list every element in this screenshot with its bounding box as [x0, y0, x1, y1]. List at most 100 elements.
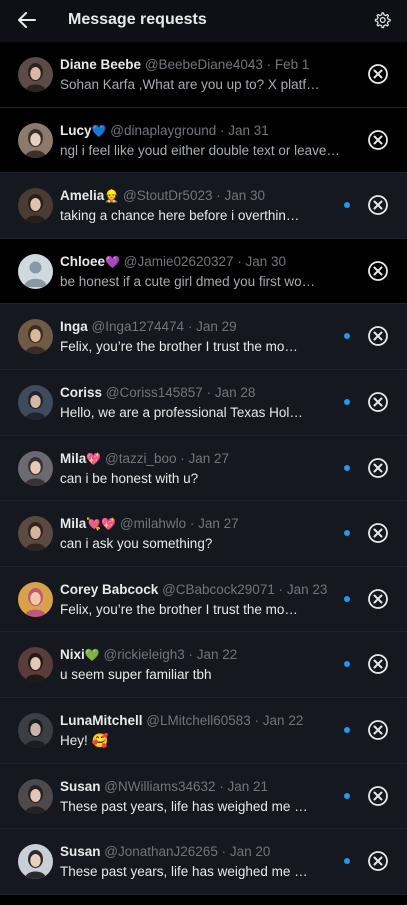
message-preview: Sohan Karfa ,What are you up to? X platf…: [60, 77, 320, 92]
message-request-list: Diane Beebe @BeebeDiane4043 · Feb 1 Sohan…: [0, 42, 407, 895]
message-request-row[interactable]: Mila💘💖 @milahwlo · Jan 27 can i ask you s…: [0, 501, 407, 567]
message-request-row[interactable]: Susan @NWilliams34632 · Jan 21 These past…: [0, 763, 407, 830]
message-date: Jan 28: [214, 384, 256, 400]
message-request-row[interactable]: Lucy💙 @dinaplayground · Jan 31 ngl i feel…: [0, 107, 407, 174]
avatar[interactable]: [18, 450, 53, 486]
name-badge: 💜: [105, 254, 120, 269]
dismiss-request-button[interactable]: [367, 588, 389, 610]
message-date: Jan 30: [245, 253, 287, 269]
unread-dot: [344, 595, 350, 602]
sender-line: Amelia👷 @StoutDr5023 · Jan 30: [60, 188, 342, 203]
message-request-row[interactable]: Amelia👷 @StoutDr5023 · Jan 30 taking a ch…: [0, 173, 407, 239]
sender-name: Lucy: [60, 122, 92, 138]
avatar[interactable]: [18, 647, 53, 683]
message-preview: can i ask you something?: [60, 536, 213, 552]
avatar[interactable]: [18, 188, 53, 224]
back-button[interactable]: [17, 9, 37, 31]
avatar[interactable]: [18, 516, 53, 552]
dismiss-request-button[interactable]: [367, 129, 389, 151]
sender-name: Corey Babcock: [60, 581, 159, 597]
dismiss-request-button[interactable]: [367, 325, 389, 347]
dismiss-request-button[interactable]: [367, 457, 389, 479]
sender-name: LunaMitchell: [60, 712, 143, 728]
sender-name: Coriss: [60, 384, 103, 400]
sender-line: Nixi💚 @rickieleigh3 · Jan 22: [60, 647, 342, 662]
avatar[interactable]: [18, 581, 53, 617]
message-date: Jan 31: [228, 122, 269, 138]
close-circle-icon: [368, 851, 388, 872]
message-request-row[interactable]: Diane Beebe @BeebeDiane4043 · Feb 1 Sohan…: [0, 42, 407, 108]
sender-name: Mila: [60, 450, 87, 466]
name-badge: 💘💖: [86, 517, 117, 532]
sender-handle: @LMitchell60583: [146, 712, 251, 728]
message-date: Jan 29: [196, 319, 237, 335]
separator: ·: [202, 384, 215, 400]
message-preview: These past years, life has weighed me …: [60, 864, 308, 880]
avatar[interactable]: [18, 253, 53, 289]
dismiss-request-button[interactable]: [367, 653, 389, 675]
separator: ·: [184, 319, 197, 335]
dismiss-request-button[interactable]: [367, 522, 389, 544]
message-request-row[interactable]: Corey Babcock @CBabcock29071 · Jan 23 Fel…: [0, 566, 407, 633]
message-preview: be honest if a cute girl dmed you first …: [60, 273, 316, 289]
message-request-row[interactable]: Susan @JonathanJ26265 · Jan 20 These past…: [0, 829, 407, 895]
sender-handle: @milahwlo: [119, 516, 187, 532]
message-preview: Hello, we are a professional Texas Hol…: [60, 404, 303, 420]
message-request-row[interactable]: Chloee💜 @Jamie02620327 · Jan 30 be honest…: [0, 238, 407, 305]
gear-icon: [374, 12, 391, 29]
sender-line: Coriss @Coriss145857 · Jan 28: [60, 385, 342, 400]
close-circle-icon: [368, 392, 388, 412]
sender-handle: @Inga1274474: [91, 319, 185, 335]
unread-dot: [344, 726, 350, 733]
dismiss-request-button[interactable]: [367, 194, 389, 216]
settings-button[interactable]: [372, 10, 392, 30]
name-badge: 💚: [84, 648, 100, 663]
sender-name: Nixi: [60, 647, 85, 663]
message-request-row[interactable]: Inga @Inga1274474 · Jan 29 Felix, you’re …: [0, 304, 407, 370]
avatar[interactable]: [18, 712, 53, 748]
avatar[interactable]: [18, 319, 53, 355]
message-request-row[interactable]: Coriss @Coriss145857 · Jan 28 Hello, we a…: [0, 369, 407, 436]
close-circle-icon: [368, 326, 388, 347]
avatar[interactable]: [18, 57, 53, 92]
avatar[interactable]: [18, 122, 53, 158]
name-badge: 💙: [91, 123, 107, 138]
message-date: Jan 21: [227, 778, 269, 794]
message-request-row[interactable]: Mila💖 @tazzi_boo · Jan 27 can i be honest…: [0, 435, 407, 502]
separator: ·: [212, 188, 225, 204]
arrow-left-icon: [18, 12, 36, 28]
message-preview: taking a chance here before i overthin…: [60, 208, 300, 224]
message-date: Jan 22: [196, 647, 238, 663]
dismiss-request-button[interactable]: [367, 63, 389, 85]
avatar[interactable]: [18, 384, 53, 420]
sender-handle: @CBabcock29071: [162, 581, 275, 597]
sender-handle: @rickieleigh3: [103, 647, 185, 663]
message-date: Jan 23: [286, 581, 328, 597]
dismiss-request-button[interactable]: [367, 850, 389, 872]
dismiss-request-button[interactable]: [367, 785, 389, 807]
sender-name: Mila: [60, 516, 87, 532]
dismiss-request-button[interactable]: [367, 719, 389, 741]
sender-name: Susan: [60, 778, 101, 794]
sender-line: Inga @Inga1274474 · Jan 29: [60, 319, 342, 334]
sender-line: Mila💘💖 @milahwlo · Jan 27: [60, 516, 342, 531]
avatar[interactable]: [18, 844, 53, 880]
message-preview: can i be honest with u?: [60, 470, 199, 486]
message-date: Jan 22: [262, 712, 304, 728]
dismiss-request-button[interactable]: [367, 391, 389, 413]
sender-line: Diane Beebe @BeebeDiane4043 · Feb 1: [60, 57, 342, 72]
close-circle-icon: [368, 457, 388, 478]
close-circle-icon: [368, 129, 388, 150]
sender-handle: @tazzi_boo: [104, 450, 177, 466]
message-request-row[interactable]: Nixi💚 @rickieleigh3 · Jan 22 u seem super…: [0, 632, 407, 698]
unread-dot: [344, 661, 350, 668]
message-request-row[interactable]: LunaMitchell @LMitchell60583 · Jan 22 Hey…: [0, 697, 407, 764]
message-preview: u seem super familiar tbh: [60, 667, 212, 683]
dismiss-request-button[interactable]: [367, 260, 389, 282]
separator: ·: [176, 450, 189, 466]
separator: ·: [216, 122, 229, 138]
message-date: Jan 27: [198, 516, 239, 532]
avatar[interactable]: [18, 778, 53, 814]
sender-line: Lucy💙 @dinaplayground · Jan 31: [60, 123, 342, 138]
sender-line: LunaMitchell @LMitchell60583 · Jan 22: [60, 713, 342, 728]
